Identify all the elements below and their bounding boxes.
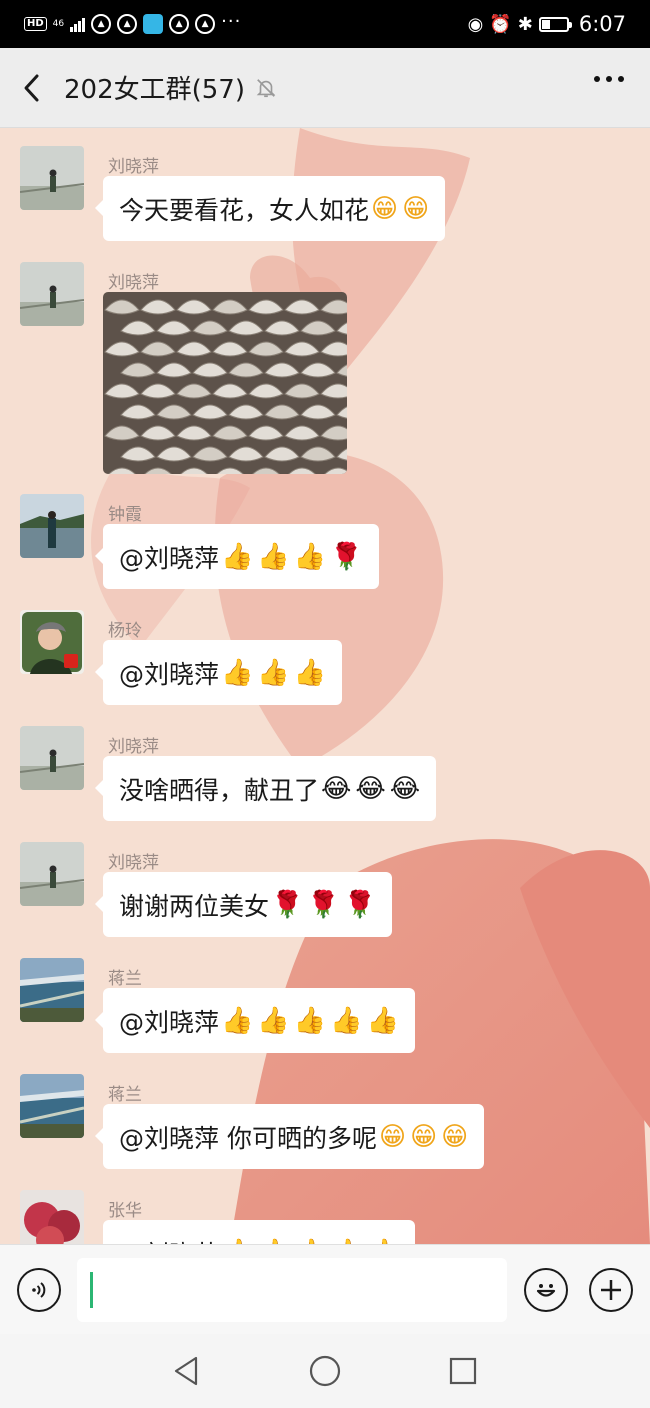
grin-emoji-icon: 😁 — [410, 1121, 438, 1152]
rose-emoji-icon: 🌹 — [307, 889, 340, 920]
nav-recents-icon[interactable] — [446, 1354, 480, 1388]
sender-name: 钟霞 — [108, 505, 142, 525]
sender-name: 蒋兰 — [108, 1085, 142, 1105]
message-bubble[interactable]: @刘晓萍 👍 👍 👍 — [94, 640, 343, 705]
sender-name: 刘晓萍 — [108, 157, 159, 177]
more-notifications-icon: ··· — [221, 10, 242, 32]
photo-message[interactable] — [103, 292, 347, 474]
message-bubble[interactable]: @刘晓萍 你可晒的多呢 😁 😁 😁 — [94, 1104, 485, 1169]
thumbs-up-emoji-icon: 👍 — [221, 657, 254, 688]
sender-name: 杨玲 — [108, 621, 142, 641]
grin-emoji-icon: 😁 — [441, 1121, 469, 1152]
thumbs-up-emoji-icon: 👍 — [257, 541, 290, 572]
rose-emoji-icon: 🌹 — [271, 889, 304, 920]
message-text: @刘晓萍 你可晒的多呢 — [119, 1123, 377, 1153]
dumplings-photo — [103, 292, 347, 474]
message-text: @刘晓萍 — [119, 543, 220, 573]
status-bar: HD 46 ▲ ▲ ▲ ▲ ··· ◉ ⏰ ✱ 6:07 — [0, 0, 650, 48]
rose-emoji-icon: 🌹 — [343, 889, 377, 920]
avatar[interactable] — [20, 842, 84, 906]
message-bubble[interactable]: 没啥晒得，献丑了 😂 😂 😂 — [94, 756, 437, 821]
avatar[interactable] — [20, 146, 84, 210]
avatar[interactable] — [20, 726, 84, 790]
thumbs-up-emoji-icon: 👍 — [257, 657, 290, 688]
chevron-left-icon — [24, 74, 39, 101]
sender-name: 刘晓萍 — [108, 853, 159, 873]
thumbs-up-emoji-icon: 👍 — [330, 1005, 363, 1036]
nav-home-icon[interactable] — [308, 1354, 342, 1388]
notification-app-icon: ▲ — [195, 14, 216, 34]
notification-app-icon — [143, 14, 164, 34]
notification-app-icon: ▲ — [169, 14, 190, 34]
network-type: 46 — [52, 18, 65, 29]
message-text: 今天要看花，女人如花 — [119, 195, 370, 225]
avatar[interactable] — [20, 958, 84, 1022]
laugh-cry-emoji-icon: 😂 — [321, 773, 352, 804]
input-bar — [0, 1244, 650, 1334]
message-bubble[interactable]: 谢谢两位美女 🌹 🌹 🌹 — [94, 872, 393, 937]
message-bubble[interactable]: @刘晓萍 👍 👍 👍 👍 👍 — [103, 1220, 415, 1244]
avatar[interactable] — [20, 494, 84, 558]
laugh-cry-emoji-icon: 😂 — [389, 773, 421, 804]
clock: 6:07 — [578, 12, 626, 36]
grin-emoji-icon: 😁 — [402, 193, 430, 224]
avatar[interactable] — [20, 1074, 84, 1138]
sender-name: 蒋兰 — [108, 969, 142, 989]
avatar[interactable] — [20, 1190, 84, 1244]
battery-icon — [538, 16, 572, 32]
avatar[interactable] — [20, 262, 84, 326]
bluetooth-icon: ✱ — [517, 13, 533, 35]
thumbs-up-emoji-icon: 👍 — [293, 541, 327, 572]
mute-bell-icon — [256, 78, 276, 97]
alarm-icon: ⏰ — [489, 13, 512, 35]
message-text: @刘晓萍 — [119, 1007, 220, 1037]
notification-app-icon: ▲ — [117, 14, 138, 34]
rose-emoji-icon: 🌹 — [330, 541, 363, 572]
grin-emoji-icon: 😁 — [378, 1121, 407, 1152]
sender-name: 刘晓萍 — [108, 273, 159, 293]
sender-name: 刘晓萍 — [108, 737, 159, 757]
message-text: @刘晓萍 — [119, 659, 220, 689]
sender-name: 张华 — [108, 1201, 142, 1221]
hd-badge: HD — [24, 17, 47, 31]
grin-emoji-icon: 😁 — [371, 193, 399, 224]
thumbs-up-emoji-icon: 👍 — [293, 657, 327, 688]
chat-title: 202女工群(57) — [64, 75, 245, 105]
chat-area[interactable]: 刘晓萍 今天要看花，女人如花 😁 😁 刘晓萍 钟霞 @刘晓萍 👍 👍 👍 🌹 杨… — [0, 128, 650, 1244]
battery-level — [541, 19, 550, 29]
message-text: 谢谢两位美女 — [119, 891, 270, 921]
smiley-icon — [536, 1284, 556, 1297]
thumbs-up-emoji-icon: 👍 — [221, 1005, 254, 1036]
message-text: @刘晓萍 — [119, 1235, 219, 1245]
signal-icon — [70, 16, 86, 32]
message-input[interactable] — [77, 1258, 507, 1322]
emoji-button[interactable] — [524, 1268, 568, 1312]
avatar[interactable] — [20, 610, 84, 674]
laugh-cry-emoji-icon: 😂 — [355, 773, 386, 804]
voice-icon — [32, 1282, 46, 1298]
nav-back-icon[interactable] — [170, 1354, 204, 1388]
eye-comfort-icon: ◉ — [467, 13, 484, 35]
chat-header: 202女工群(57) — [0, 48, 650, 128]
message-bubble[interactable]: @刘晓萍 👍 👍 👍 👍 👍 — [95, 988, 415, 1053]
plus-icon — [601, 1280, 621, 1300]
thumbs-up-emoji-icon: 👍 — [257, 1005, 290, 1036]
more-options-button[interactable] — [594, 76, 624, 82]
message-text: 没啥晒得，献丑了 — [119, 775, 320, 805]
back-button[interactable] — [0, 48, 64, 128]
thumbs-up-emoji-icon: 👍 — [221, 541, 254, 572]
system-nav-bar — [0, 1334, 650, 1408]
thumbs-up-emoji-icon: 👍 — [293, 1005, 327, 1036]
text-caret — [90, 1272, 93, 1308]
thumbs-up-emoji-icon: 👍 — [366, 1005, 399, 1036]
more-functions-button[interactable] — [589, 1268, 633, 1312]
message-bubble[interactable]: 今天要看花，女人如花 😁 😁 — [94, 176, 446, 241]
voice-input-button[interactable] — [17, 1268, 61, 1312]
message-bubble[interactable]: @刘晓萍 👍 👍 👍 🌹 — [95, 524, 379, 589]
notification-app-icon: ▲ — [91, 14, 112, 34]
